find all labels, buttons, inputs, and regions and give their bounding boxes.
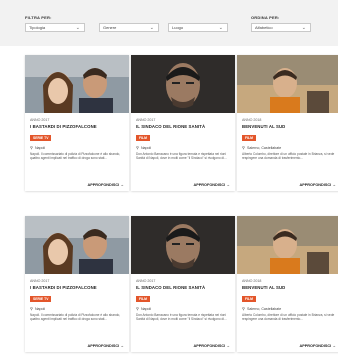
sort-label: ORDINA PER:: [251, 15, 280, 20]
genere-value: Genere: [103, 25, 117, 30]
location-pin-icon: ⚲: [136, 306, 139, 311]
card-location: ⚲ Napoli: [30, 306, 45, 311]
filter-bar: FILTRA PER: Tipologia ⌄ Genere ⌄ Luogo ⌄…: [0, 0, 338, 46]
card-title: BENVENUTI AL SUD: [242, 124, 286, 129]
filter-label: FILTRA PER:: [25, 15, 52, 20]
card-bastardi-1[interactable]: ANNO 2017 I BASTARDI DI PIZZOFALCONE SER…: [25, 55, 129, 191]
card-title: I BASTARDI DI PIZZOFALCONE: [30, 285, 97, 290]
card-description: Napoli. Il commissariato di polizia di P…: [30, 152, 121, 161]
location-pin-icon: ⚲: [30, 306, 33, 311]
card-benvenuti-1[interactable]: ANNO 2018 BENVENUTI AL SUD FILM ⚲ Salerno…: [237, 55, 338, 191]
approfondisci-link[interactable]: APPROFONDISCI →: [88, 183, 125, 187]
card-year: ANNO 2018: [242, 118, 262, 122]
card-year: ANNO 2017: [136, 118, 156, 122]
tipologia-value: Tipologia: [29, 25, 46, 30]
card-description: Don Antonio Barracano è una figura temut…: [136, 152, 227, 161]
location-text: Salerno, Castellabate: [246, 307, 282, 311]
poster-image: [131, 216, 235, 274]
location-pin-icon: ⚲: [242, 145, 245, 150]
card-year: ANNO 2017: [30, 279, 50, 283]
type-badge: FILM: [242, 296, 256, 302]
genere-select[interactable]: Genere ⌄: [99, 23, 159, 32]
chevron-down-icon: ⌄: [301, 25, 306, 31]
chevron-down-icon: ⌄: [149, 25, 154, 31]
card-title: BENVENUTI AL SUD: [242, 285, 286, 290]
type-badge: FILM: [242, 135, 256, 141]
location-text: Napoli: [34, 146, 46, 150]
card-location: ⚲ Napoli: [136, 145, 151, 150]
location-text: Napoli: [34, 307, 46, 311]
card-title: IL SINDACO DEL RIONE SANITÀ: [136, 285, 206, 290]
card-description: Napoli. Il commissariato di polizia di P…: [30, 313, 121, 322]
location-text: Salerno, Castellabate: [246, 146, 282, 150]
card-sindaco-1[interactable]: ANNO 2017 IL SINDACO DEL RIONE SANITÀ FI…: [131, 55, 235, 191]
location-text: Napoli: [140, 146, 152, 150]
chevron-down-icon: ⌄: [218, 25, 223, 31]
luogo-value: Luogo: [172, 25, 184, 30]
approfondisci-link[interactable]: APPROFONDISCI →: [194, 344, 231, 348]
poster-image: [25, 216, 129, 274]
type-badge: FILM: [136, 296, 150, 302]
type-badge: FILM: [136, 135, 150, 141]
poster-image: [237, 216, 338, 274]
location-pin-icon: ⚲: [30, 145, 33, 150]
poster-image: [25, 55, 129, 113]
card-year: ANNO 2017: [136, 279, 156, 283]
approfondisci-link[interactable]: APPROFONDISCI →: [194, 183, 231, 187]
card-location: ⚲ Napoli: [30, 145, 45, 150]
card-sindaco-2[interactable]: ANNO 2017 IL SINDACO DEL RIONE SANITÀ FI…: [131, 216, 235, 352]
approfondisci-link[interactable]: APPROFONDISCI →: [300, 183, 337, 187]
card-title: I BASTARDI DI PIZZOFALCONE: [30, 124, 97, 129]
card-year: ANNO 2018: [242, 279, 262, 283]
card-location: ⚲ Salerno, Castellabate: [242, 145, 281, 150]
card-description: Don Antonio Barracano è una figura temut…: [136, 313, 227, 322]
card-title: IL SINDACO DEL RIONE SANITÀ: [136, 124, 206, 129]
tipologia-select[interactable]: Tipologia ⌄: [25, 23, 85, 32]
type-badge: SERIE TV: [30, 296, 52, 302]
chevron-down-icon: ⌄: [75, 25, 80, 31]
poster-image: [131, 55, 235, 113]
location-text: Napoli: [140, 307, 152, 311]
card-description: Alberto Colombo, direttore di un ufficio…: [242, 152, 335, 161]
sort-value: Alfabetico: [255, 25, 273, 30]
card-year: ANNO 2017: [30, 118, 50, 122]
card-benvenuti-2[interactable]: ANNO 2018 BENVENUTI AL SUD FILM ⚲ Salerno…: [237, 216, 338, 352]
approfondisci-link[interactable]: APPROFONDISCI →: [88, 344, 125, 348]
card-location: ⚲ Salerno, Castellabate: [242, 306, 281, 311]
poster-image: [237, 55, 338, 113]
card-bastardi-2[interactable]: ANNO 2017 I BASTARDI DI PIZZOFALCONE SER…: [25, 216, 129, 352]
card-location: ⚲ Napoli: [136, 306, 151, 311]
location-pin-icon: ⚲: [136, 145, 139, 150]
luogo-select[interactable]: Luogo ⌄: [168, 23, 228, 32]
location-pin-icon: ⚲: [242, 306, 245, 311]
approfondisci-link[interactable]: APPROFONDISCI →: [300, 344, 337, 348]
type-badge: SERIE TV: [30, 135, 52, 141]
card-description: Alberto Colombo, direttore di un ufficio…: [242, 313, 335, 322]
sort-select[interactable]: Alfabetico ⌄: [251, 23, 311, 32]
